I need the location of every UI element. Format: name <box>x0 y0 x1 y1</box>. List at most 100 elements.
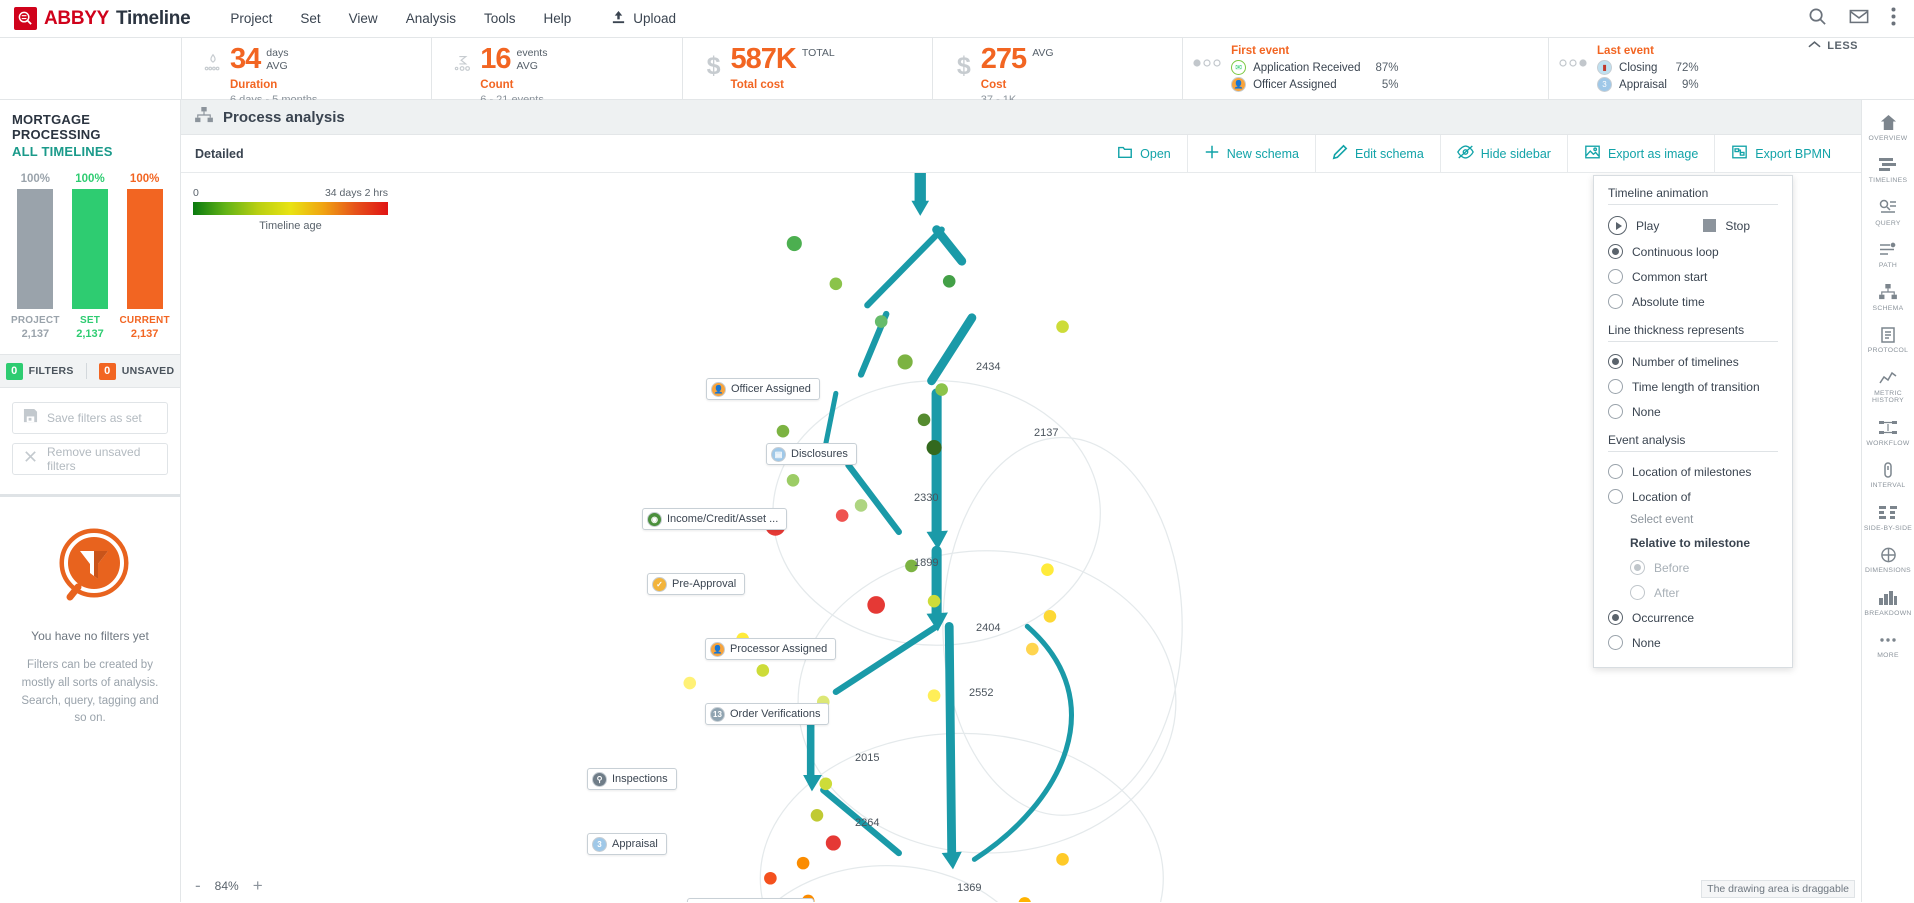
process-diagram-canvas[interactable]: 0 34 days 2 hrs Timeline age 2434 2137 2… <box>181 173 1861 902</box>
open-button[interactable]: Open <box>1101 135 1187 172</box>
option-location-of-milestones[interactable]: Location of milestones <box>1608 459 1778 484</box>
rail-item-dimensions[interactable]: DIMENSIONS <box>1862 538 1914 580</box>
radio-icon[interactable] <box>1630 560 1645 575</box>
bar-project[interactable]: 100% PROJECT 2,137 <box>9 173 61 340</box>
zoom-in-button[interactable]: + <box>253 877 263 894</box>
close-icon <box>23 449 38 469</box>
stop-icon[interactable] <box>1703 219 1717 232</box>
radio-icon[interactable] <box>1608 244 1623 259</box>
play-icon[interactable] <box>1608 216 1627 235</box>
menu-item-set[interactable]: Set <box>286 5 334 32</box>
radio-icon[interactable] <box>1608 464 1623 479</box>
export-bpmn-button[interactable]: Export BPMN <box>1714 135 1847 172</box>
graph-node-order-verifications[interactable]: 13 Order Verifications <box>705 703 830 725</box>
more-icon <box>1879 630 1897 649</box>
drag-hint-tooltip: The drawing area is draggable <box>1701 880 1855 898</box>
last-event-block[interactable]: Last event ▮ Closing 72% 3 Appraisal 9% <box>1548 38 1914 99</box>
menu-item-help[interactable]: Help <box>529 5 585 32</box>
radio-icon[interactable] <box>1608 404 1623 419</box>
node-label: Income/Credit/Asset ... <box>667 513 779 525</box>
first-event-block[interactable]: First event ✉ Application Received 87% 👤… <box>1182 38 1548 99</box>
save-filters-button[interactable]: Save filters as set <box>12 402 168 434</box>
graph-node-appraisal[interactable]: 3 Appraisal <box>587 833 667 855</box>
option-event-none[interactable]: None <box>1608 630 1778 655</box>
first-event-row[interactable]: 👤 Officer Assigned 5% <box>1231 77 1399 92</box>
more-options-icon[interactable] <box>1891 7 1896 31</box>
graph-node-inspections[interactable]: ⚲ Inspections <box>587 768 677 790</box>
option-location-of[interactable]: Location of <box>1608 484 1778 509</box>
radio-icon[interactable] <box>1608 610 1623 625</box>
stop-label[interactable]: Stop <box>1725 219 1750 233</box>
rail-item-breakdown[interactable]: BREAKDOWN <box>1862 581 1914 623</box>
zoom-out-button[interactable]: - <box>195 877 201 894</box>
search-icon[interactable] <box>1808 7 1827 31</box>
schema-icon <box>1879 283 1897 302</box>
stat-cost[interactable]: $ 275 AVG Cost 37 - 1K <box>931 38 1182 106</box>
bar-set[interactable]: 100% SET 2,137 <box>64 173 116 340</box>
option-after[interactable]: After <box>1608 580 1778 605</box>
rail-item-more[interactable]: MORE <box>1862 623 1914 665</box>
radio-icon[interactable] <box>1608 635 1623 650</box>
bar-current[interactable]: 100% CURRENT 2,137 <box>119 173 171 340</box>
rail-item-schema[interactable]: SCHEMA <box>1862 276 1914 318</box>
last-event-row[interactable]: 3 Appraisal 9% <box>1597 77 1699 92</box>
first-event-row[interactable]: ✉ Application Received 87% <box>1231 60 1399 75</box>
less-toggle-button[interactable]: LESS <box>1808 40 1858 52</box>
radio-icon[interactable] <box>1630 585 1645 600</box>
option-time-length-of-transition[interactable]: Time length of transition <box>1608 374 1778 399</box>
rail-label: PATH <box>1878 262 1898 270</box>
option-continuous-loop[interactable]: Continuous loop <box>1608 239 1778 264</box>
rail-item-metric-history[interactable]: METRIC HISTORY <box>1862 361 1914 411</box>
menu-item-project[interactable]: Project <box>216 5 286 32</box>
option-thickness-none[interactable]: None <box>1608 399 1778 424</box>
radio-icon[interactable] <box>1608 379 1623 394</box>
upload-button[interactable]: Upload <box>611 10 676 28</box>
rail-item-workflow[interactable]: WORKFLOW <box>1862 411 1914 453</box>
bar-fill <box>71 189 108 309</box>
graph-node-disclosures[interactable]: ▤ Disclosures <box>766 443 857 465</box>
select-event-hint[interactable]: Select event <box>1608 509 1778 530</box>
stat-duration[interactable]: 34 days AVG Duration 6 days - 5 months <box>181 38 431 106</box>
rail-item-protocol[interactable]: PROTOCOL <box>1862 318 1914 360</box>
rail-item-interval[interactable]: INTERVAL <box>1862 453 1914 495</box>
filters-count-group[interactable]: 0 FILTERS <box>5 362 74 380</box>
graph-node-processor-assigned[interactable]: 👤 Processor Assigned <box>705 638 837 660</box>
unsaved-count-group[interactable]: 0 UNSAVED <box>98 362 175 380</box>
graph-node-officer-assigned[interactable]: 👤 Officer Assigned <box>706 378 820 400</box>
graph-node-pre-approval[interactable]: ✓ Pre-Approval <box>647 573 746 595</box>
rail-item-timelines[interactable]: TIMELINES <box>1862 148 1914 190</box>
menu-item-view[interactable]: View <box>335 5 392 32</box>
stat-total-cost[interactable]: $ 587K TOTAL Total cost <box>681 38 932 99</box>
new-schema-button[interactable]: New schema <box>1186 135 1315 172</box>
radio-icon[interactable] <box>1608 294 1623 309</box>
export-image-button[interactable]: Export as image <box>1566 135 1714 172</box>
app-logo[interactable]: ABBYY Timeline <box>0 7 204 30</box>
plus-icon <box>1204 144 1220 163</box>
edit-schema-button[interactable]: Edit schema <box>1314 135 1440 172</box>
stat-count[interactable]: 16 events AVG Count 6 - 21 events <box>431 38 681 106</box>
rail-item-side-by-side[interactable]: SIDE-BY-SIDE <box>1862 496 1914 538</box>
option-before[interactable]: Before <box>1608 555 1778 580</box>
mail-icon[interactable] <box>1849 7 1869 31</box>
last-event-row[interactable]: ▮ Closing 72% <box>1597 60 1699 75</box>
graph-node-vendor-responses[interactable]: 19 Vendor Responses <box>687 898 814 902</box>
graph-node-income-credit-asset[interactable]: ◉ Income/Credit/Asset ... <box>642 508 788 530</box>
menu-item-analysis[interactable]: Analysis <box>392 5 470 32</box>
rail-item-query[interactable]: QUERY <box>1862 191 1914 233</box>
radio-icon[interactable] <box>1608 489 1623 504</box>
hide-sidebar-button[interactable]: Hide sidebar <box>1439 135 1567 172</box>
remove-filters-button[interactable]: Remove unsaved filters <box>12 443 168 475</box>
protocol-icon <box>1880 325 1896 344</box>
rail-item-overview[interactable]: OVERVIEW <box>1862 106 1914 148</box>
option-occurrence[interactable]: Occurrence <box>1608 605 1778 630</box>
radio-icon[interactable] <box>1608 269 1623 284</box>
option-absolute-time[interactable]: Absolute time <box>1608 289 1778 314</box>
radio-icon[interactable] <box>1608 354 1623 369</box>
option-label: Location of milestones <box>1632 464 1752 479</box>
zoom-controls: - 84% + <box>195 877 263 894</box>
rail-item-path[interactable]: PATH <box>1862 233 1914 275</box>
play-label[interactable]: Play <box>1636 219 1659 233</box>
menu-item-tools[interactable]: Tools <box>470 5 530 32</box>
option-number-of-timelines[interactable]: Number of timelines <box>1608 349 1778 374</box>
option-common-start[interactable]: Common start <box>1608 264 1778 289</box>
